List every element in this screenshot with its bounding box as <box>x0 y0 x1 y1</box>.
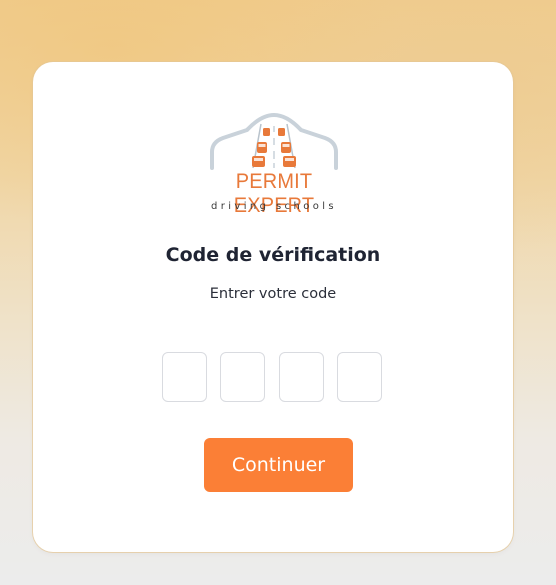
brand-logo: PERMIT EXPERT driving schools <box>191 112 357 218</box>
code-digit-4[interactable] <box>337 352 382 402</box>
page-title: Code de vérification <box>165 244 381 266</box>
continue-button[interactable]: Continuer <box>204 438 353 492</box>
code-digit-1[interactable] <box>162 352 207 402</box>
road-cars-arch-icon <box>210 113 338 170</box>
brand-tagline: driving schools <box>210 201 338 212</box>
verification-card: PERMIT EXPERT driving schools Code de vé… <box>33 62 513 552</box>
code-digit-3[interactable] <box>279 352 324 402</box>
code-digit-2[interactable] <box>220 352 265 402</box>
page-subtitle: Entrer votre code <box>209 286 337 302</box>
